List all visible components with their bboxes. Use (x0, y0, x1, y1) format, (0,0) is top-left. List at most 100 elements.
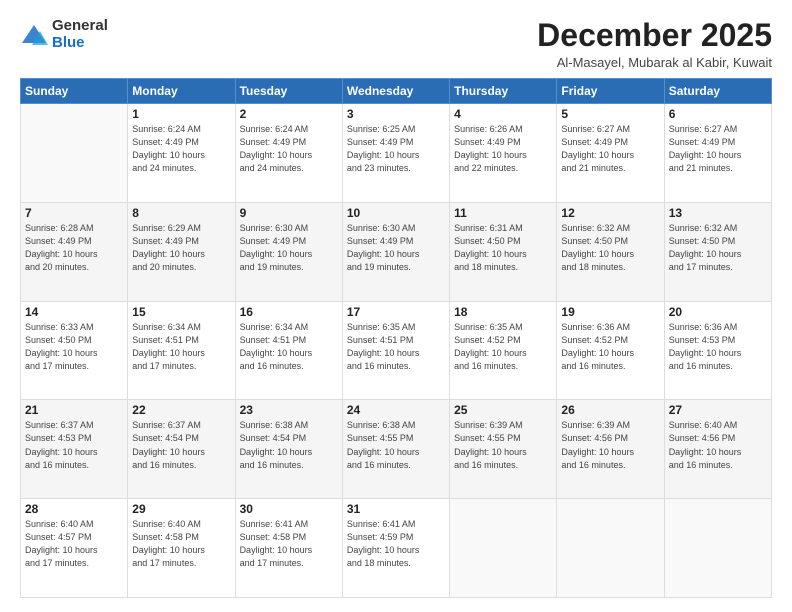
calendar-week-row: 1 Sunrise: 6:24 AMSunset: 4:49 PMDaylight… (21, 104, 772, 203)
day-info: Sunrise: 6:32 AMSunset: 4:50 PMDaylight:… (669, 222, 767, 274)
day-number: 19 (561, 305, 659, 319)
col-sunday: Sunday (21, 79, 128, 104)
title-block: December 2025 Al-Masayel, Mubarak al Kab… (537, 18, 772, 70)
day-info: Sunrise: 6:28 AMSunset: 4:49 PMDaylight:… (25, 222, 123, 274)
day-info: Sunrise: 6:29 AMSunset: 4:49 PMDaylight:… (132, 222, 230, 274)
calendar-day-cell: 21 Sunrise: 6:37 AMSunset: 4:53 PMDayligh… (21, 400, 128, 499)
day-number: 7 (25, 206, 123, 220)
day-number: 11 (454, 206, 552, 220)
calendar-day-cell: 29 Sunrise: 6:40 AMSunset: 4:58 PMDayligh… (128, 499, 235, 598)
day-info: Sunrise: 6:36 AMSunset: 4:52 PMDaylight:… (561, 321, 659, 373)
calendar-day-cell: 31 Sunrise: 6:41 AMSunset: 4:59 PMDayligh… (342, 499, 449, 598)
day-number: 9 (240, 206, 338, 220)
day-info: Sunrise: 6:39 AMSunset: 4:56 PMDaylight:… (561, 419, 659, 471)
col-thursday: Thursday (450, 79, 557, 104)
day-info: Sunrise: 6:26 AMSunset: 4:49 PMDaylight:… (454, 123, 552, 175)
day-number: 3 (347, 107, 445, 121)
day-number: 16 (240, 305, 338, 319)
calendar-day-cell: 11 Sunrise: 6:31 AMSunset: 4:50 PMDayligh… (450, 202, 557, 301)
calendar-day-cell: 23 Sunrise: 6:38 AMSunset: 4:54 PMDayligh… (235, 400, 342, 499)
calendar-day-cell: 24 Sunrise: 6:38 AMSunset: 4:55 PMDayligh… (342, 400, 449, 499)
day-info: Sunrise: 6:40 AMSunset: 4:58 PMDaylight:… (132, 518, 230, 570)
day-number: 6 (669, 107, 767, 121)
day-info: Sunrise: 6:33 AMSunset: 4:50 PMDaylight:… (25, 321, 123, 373)
day-number: 28 (25, 502, 123, 516)
page: General Blue December 2025 Al-Masayel, M… (0, 0, 792, 612)
calendar-day-cell: 10Sunrise: 6:30 AMSunset: 4:49 PMDayligh… (342, 202, 449, 301)
day-number: 26 (561, 403, 659, 417)
calendar-header-row: Sunday Monday Tuesday Wednesday Thursday… (21, 79, 772, 104)
calendar-day-cell: 4 Sunrise: 6:26 AMSunset: 4:49 PMDaylight… (450, 104, 557, 203)
calendar-day-cell: 16 Sunrise: 6:34 AMSunset: 4:51 PMDayligh… (235, 301, 342, 400)
day-info: Sunrise: 6:37 AMSunset: 4:53 PMDaylight:… (25, 419, 123, 471)
day-number: 17 (347, 305, 445, 319)
subtitle: Al-Masayel, Mubarak al Kabir, Kuwait (537, 55, 772, 70)
day-number: 29 (132, 502, 230, 516)
calendar-day-cell: 9 Sunrise: 6:30 AMSunset: 4:49 PMDaylight… (235, 202, 342, 301)
day-info: Sunrise: 6:38 AMSunset: 4:54 PMDaylight:… (240, 419, 338, 471)
day-info: Sunrise: 6:35 AMSunset: 4:51 PMDaylight:… (347, 321, 445, 373)
calendar-day-cell (557, 499, 664, 598)
day-number: 18 (454, 305, 552, 319)
day-info: Sunrise: 6:40 AMSunset: 4:56 PMDaylight:… (669, 419, 767, 471)
day-number: 22 (132, 403, 230, 417)
day-number: 13 (669, 206, 767, 220)
calendar-day-cell: 1Sunrise: 6:24 AMSunset: 4:49 PMDaylight… (128, 104, 235, 203)
calendar-day-cell: 12 Sunrise: 6:32 AMSunset: 4:50 PMDayligh… (557, 202, 664, 301)
calendar-day-cell: 6Sunrise: 6:27 AMSunset: 4:49 PMDaylight… (664, 104, 771, 203)
calendar-day-cell: 18 Sunrise: 6:35 AMSunset: 4:52 PMDayligh… (450, 301, 557, 400)
day-info: Sunrise: 6:31 AMSunset: 4:50 PMDaylight:… (454, 222, 552, 274)
day-number: 20 (669, 305, 767, 319)
calendar-day-cell: 15 Sunrise: 6:34 AMSunset: 4:51 PMDayligh… (128, 301, 235, 400)
col-tuesday: Tuesday (235, 79, 342, 104)
calendar-day-cell: 13 Sunrise: 6:32 AMSunset: 4:50 PMDayligh… (664, 202, 771, 301)
calendar-table: Sunday Monday Tuesday Wednesday Thursday… (20, 78, 772, 598)
calendar-day-cell: 2 Sunrise: 6:24 AMSunset: 4:49 PMDaylight… (235, 104, 342, 203)
calendar-day-cell (21, 104, 128, 203)
col-monday: Monday (128, 79, 235, 104)
day-number: 23 (240, 403, 338, 417)
day-info: Sunrise: 6:34 AMSunset: 4:51 PMDaylight:… (240, 321, 338, 373)
logo-blue-text: Blue (52, 35, 108, 52)
day-number: 27 (669, 403, 767, 417)
day-number: 15 (132, 305, 230, 319)
day-info: Sunrise: 6:36 AMSunset: 4:53 PMDaylight:… (669, 321, 767, 373)
calendar-week-row: 7 Sunrise: 6:28 AMSunset: 4:49 PMDaylight… (21, 202, 772, 301)
day-number: 4 (454, 107, 552, 121)
calendar-day-cell: 26 Sunrise: 6:39 AMSunset: 4:56 PMDayligh… (557, 400, 664, 499)
day-number: 5 (561, 107, 659, 121)
calendar-day-cell: 5 Sunrise: 6:27 AMSunset: 4:49 PMDaylight… (557, 104, 664, 203)
day-info: Sunrise: 6:39 AMSunset: 4:55 PMDaylight:… (454, 419, 552, 471)
calendar-day-cell: 19 Sunrise: 6:36 AMSunset: 4:52 PMDayligh… (557, 301, 664, 400)
day-number: 8 (132, 206, 230, 220)
logo-general-text: General (52, 18, 108, 35)
day-info: Sunrise: 6:30 AMSunset: 4:49 PMDaylight:… (240, 222, 338, 274)
calendar-day-cell: 17 Sunrise: 6:35 AMSunset: 4:51 PMDayligh… (342, 301, 449, 400)
calendar-day-cell: 20 Sunrise: 6:36 AMSunset: 4:53 PMDayligh… (664, 301, 771, 400)
calendar-day-cell (664, 499, 771, 598)
calendar-day-cell: 8 Sunrise: 6:29 AMSunset: 4:49 PMDaylight… (128, 202, 235, 301)
day-number: 2 (240, 107, 338, 121)
calendar-day-cell (450, 499, 557, 598)
day-number: 31 (347, 502, 445, 516)
day-info: Sunrise: 6:38 AMSunset: 4:55 PMDaylight:… (347, 419, 445, 471)
calendar-day-cell: 7 Sunrise: 6:28 AMSunset: 4:49 PMDaylight… (21, 202, 128, 301)
day-number: 1 (132, 107, 230, 121)
calendar-day-cell: 3 Sunrise: 6:25 AMSunset: 4:49 PMDaylight… (342, 104, 449, 203)
day-number: 21 (25, 403, 123, 417)
day-info: Sunrise: 6:41 AMSunset: 4:59 PMDaylight:… (347, 518, 445, 570)
day-info: Sunrise: 6:27 AMSunset: 4:49 PMDaylight:… (561, 123, 659, 175)
main-title: December 2025 (537, 18, 772, 53)
day-info: Sunrise: 6:25 AMSunset: 4:49 PMDaylight:… (347, 123, 445, 175)
day-number: 12 (561, 206, 659, 220)
day-number: 25 (454, 403, 552, 417)
day-info: Sunrise: 6:32 AMSunset: 4:50 PMDaylight:… (561, 222, 659, 274)
day-info: Sunrise: 6:34 AMSunset: 4:51 PMDaylight:… (132, 321, 230, 373)
day-info: Sunrise: 6:30 AMSunset: 4:49 PMDaylight:… (347, 222, 445, 274)
day-info: Sunrise: 6:35 AMSunset: 4:52 PMDaylight:… (454, 321, 552, 373)
day-number: 24 (347, 403, 445, 417)
calendar-week-row: 28Sunrise: 6:40 AMSunset: 4:57 PMDayligh… (21, 499, 772, 598)
day-info: Sunrise: 6:24 AMSunset: 4:49 PMDaylight:… (240, 123, 338, 175)
header: General Blue December 2025 Al-Masayel, M… (20, 18, 772, 70)
day-number: 30 (240, 502, 338, 516)
